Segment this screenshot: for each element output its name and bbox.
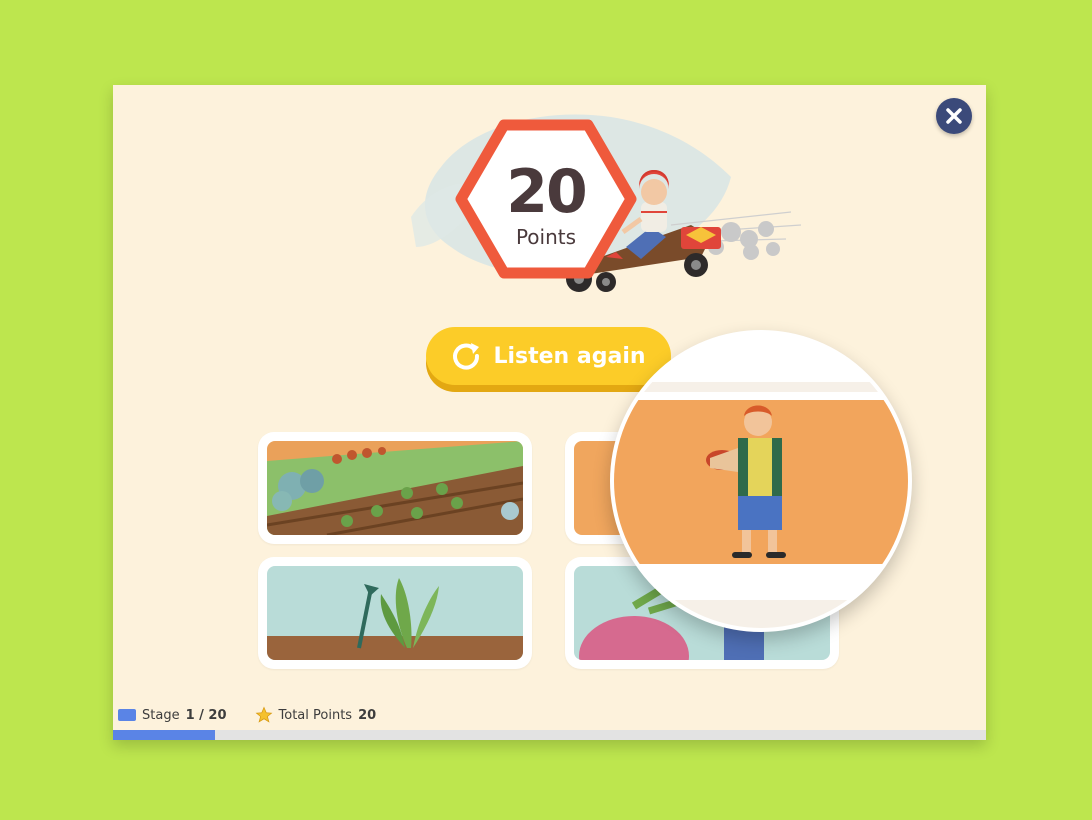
answer-card-garden[interactable] [258,432,532,544]
stage-value: 1 / 20 [185,707,227,723]
score-hero: 20 Points [401,107,811,307]
sprout-image [267,566,523,660]
zoom-magnifier [610,330,912,632]
replay-icon [453,343,480,370]
close-icon [946,108,962,124]
star-icon [255,706,272,723]
garden-image [267,441,523,535]
progress-bar [113,730,986,740]
close-button[interactable] [936,98,972,134]
status-bar: Stage 1 / 20 Total Points 20 [118,705,376,725]
progress-fill [113,730,216,740]
boy-zoomed-image [614,334,908,628]
total-points-label: Total Points [278,707,353,723]
quiz-panel: 20 Points Listen again Stage 1 / 20 Tota… [113,85,986,740]
stage-icon [118,709,136,721]
total-points-value: 20 [358,707,377,723]
points-value: 20 [506,157,588,227]
points-label: Points [515,225,577,249]
stage-label: Stage [142,707,180,723]
answer-card-sprout[interactable] [258,557,532,669]
